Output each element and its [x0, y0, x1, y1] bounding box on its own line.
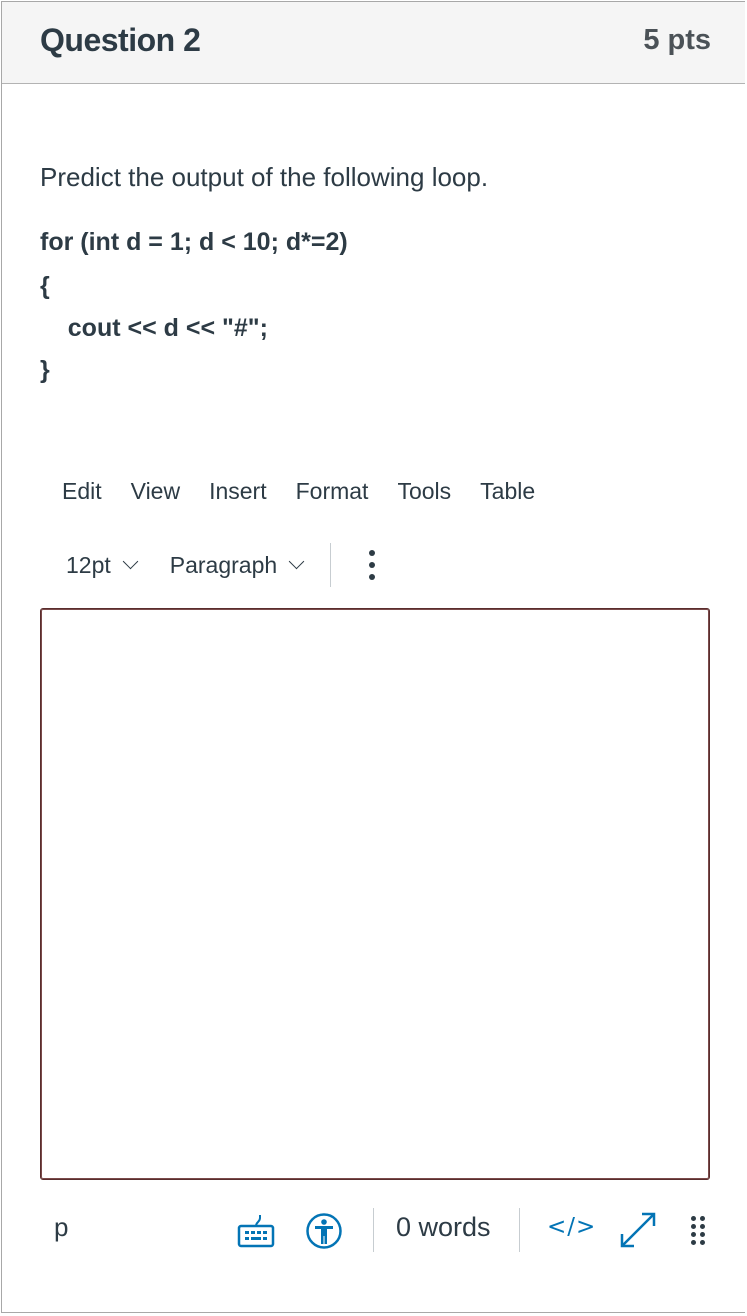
statusbar-divider — [373, 1208, 374, 1252]
rich-text-editor-area[interactable] — [40, 608, 710, 1180]
kebab-dot — [369, 562, 376, 568]
grip-dot — [691, 1224, 696, 1229]
menu-format[interactable]: Format — [296, 478, 369, 505]
menu-table[interactable]: Table — [480, 478, 535, 505]
question-header: Question 2 5 pts — [2, 2, 745, 84]
grip-dot — [700, 1224, 705, 1229]
chevron-down-icon — [122, 553, 139, 569]
code-line-3: cout << d << "#"; — [40, 314, 268, 342]
code-line-2: { — [40, 272, 50, 300]
more-options-button[interactable] — [369, 550, 376, 580]
html-editor-button[interactable]: </> — [547, 1214, 596, 1240]
font-size-select[interactable]: 12pt — [66, 551, 139, 579]
code-line-1: for (int d = 1; d < 10; d*=2) — [40, 228, 348, 256]
toolbar-divider — [330, 543, 332, 587]
statusbar-divider — [519, 1208, 520, 1252]
font-size-value: 12pt — [66, 551, 111, 578]
menu-view[interactable]: View — [131, 478, 180, 505]
grip-dot — [700, 1232, 705, 1237]
grip-dot — [691, 1216, 696, 1221]
keyboard-shortcuts-icon[interactable] — [236, 1214, 276, 1253]
block-format-select[interactable]: Paragraph — [169, 551, 305, 579]
question-card: Question 2 5 pts Predict the output of t… — [1, 1, 745, 1313]
editor-menubar: Edit View Insert Format Tools Table — [62, 478, 564, 505]
block-format-value: Paragraph — [169, 551, 278, 578]
editor-statusbar: p 0 words </> — [2, 1202, 745, 1262]
code-line-4: } — [40, 356, 50, 384]
grip-dot — [691, 1240, 696, 1245]
question-prompt: Predict the output of the following loop… — [40, 162, 489, 192]
kebab-dot — [369, 574, 376, 580]
menu-edit[interactable]: Edit — [62, 478, 102, 505]
grip-dot — [700, 1240, 705, 1245]
question-title: Question 2 — [40, 22, 201, 58]
grip-dot — [691, 1232, 696, 1237]
grip-dot — [700, 1216, 705, 1221]
word-count[interactable]: 0 words — [396, 1212, 491, 1243]
element-path[interactable]: p — [54, 1212, 68, 1243]
menu-tools[interactable]: Tools — [397, 478, 451, 505]
editor-toolbar: 12pt Paragraph — [66, 542, 376, 588]
menu-insert[interactable]: Insert — [209, 478, 267, 505]
accessibility-checker-icon[interactable] — [305, 1212, 343, 1255]
chevron-down-icon — [288, 553, 305, 569]
question-points: 5 pts — [643, 24, 711, 56]
expand-arrows-icon[interactable] — [618, 1210, 658, 1255]
drag-grip-icon[interactable] — [691, 1216, 705, 1245]
kebab-vertical-icon — [369, 550, 376, 556]
